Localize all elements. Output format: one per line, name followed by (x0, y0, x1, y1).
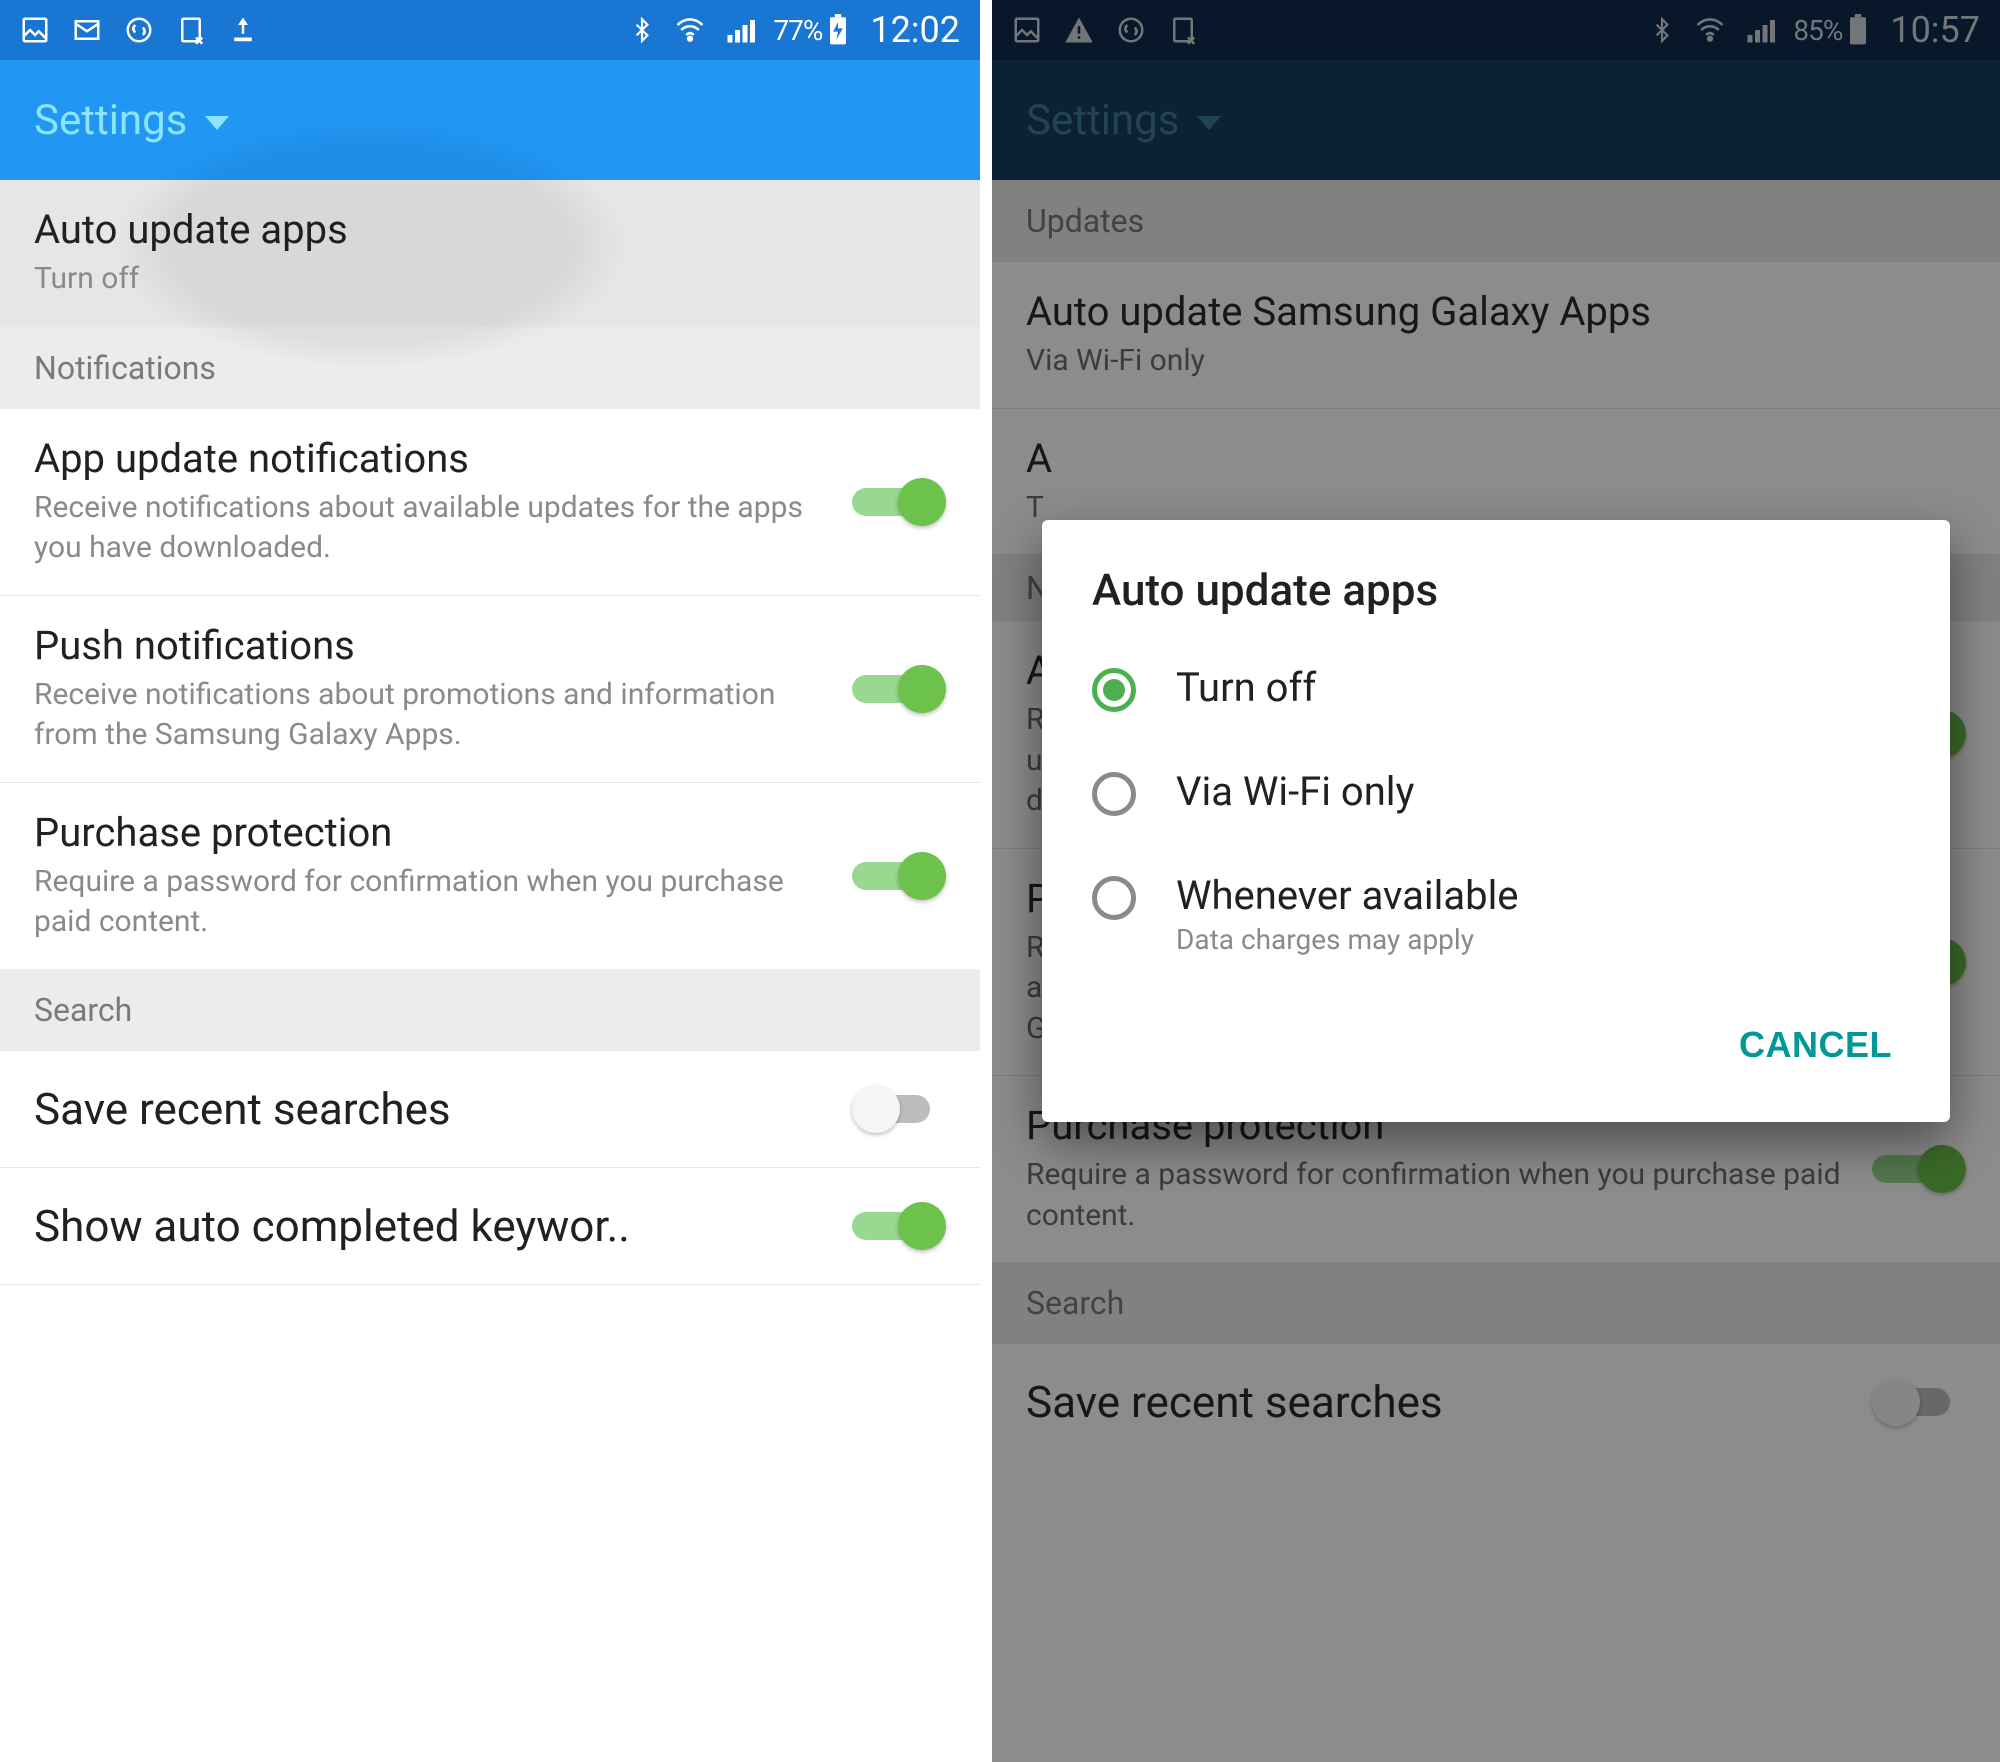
sim-alert-icon (176, 15, 206, 45)
dialog-auto-update: Auto update apps Turn off Via Wi-Fi only… (1042, 520, 1950, 1122)
option-subtitle: Data charges may apply (1176, 923, 1519, 956)
settings-list: Auto update apps Turn off Notifications … (0, 180, 980, 1375)
signal-icon (725, 15, 755, 45)
radio-icon (1092, 772, 1136, 816)
item-truncated[interactable] (0, 1285, 980, 1375)
mail-icon (72, 15, 102, 45)
item-subtitle: Turn off (34, 259, 916, 300)
cancel-button[interactable]: CANCEL (1721, 1012, 1910, 1078)
dialog-title: Auto update apps (1042, 564, 1950, 636)
item-app-update-notifications[interactable]: App update notifications Receive notific… (0, 409, 980, 596)
item-title: Purchase protection (34, 809, 822, 856)
toggle-app-update-notifications[interactable] (852, 480, 946, 524)
item-show-autocomplete[interactable]: Show auto completed keywor.. (0, 1168, 980, 1285)
screen-right: 85% 10:57 Settings Updates Auto update S… (992, 0, 2000, 1762)
item-purchase-protection[interactable]: Purchase protection Require a password f… (0, 783, 980, 969)
item-subtitle: Require a password for confirmation when… (34, 862, 822, 943)
option-turn-off[interactable]: Turn off (1042, 636, 1950, 740)
option-label: Turn off (1176, 664, 1316, 711)
battery-percent: 77% (773, 14, 822, 47)
item-subtitle: Receive notifications about available up… (34, 488, 822, 569)
screen-left: 77% 12:02 Settings Auto update apps Turn… (0, 0, 992, 1762)
item-auto-update-apps[interactable]: Auto update apps Turn off (0, 180, 980, 327)
item-subtitle: Receive notifications about promotions a… (34, 675, 822, 756)
status-bar: 77% 12:02 (0, 0, 980, 60)
option-label: Via Wi-Fi only (1176, 768, 1414, 815)
toggle-purchase-protection[interactable] (852, 854, 946, 898)
chevron-down-icon (205, 116, 229, 130)
item-save-recent-searches[interactable]: Save recent searches (0, 1051, 980, 1168)
bluetooth-icon (629, 14, 655, 46)
shazam-icon (124, 15, 154, 45)
wifi-icon (673, 15, 707, 45)
item-title: Auto update apps (34, 206, 916, 253)
section-notifications: Notifications (0, 327, 980, 409)
option-whenever-available[interactable]: Whenever available Data charges may appl… (1042, 844, 1950, 984)
item-title: Push notifications (34, 622, 822, 669)
download-icon (228, 15, 258, 45)
battery-status: 77% (773, 14, 848, 47)
toggle-show-autocomplete[interactable] (852, 1204, 946, 1248)
section-search: Search (0, 969, 980, 1051)
toggle-push-notifications[interactable] (852, 667, 946, 711)
radio-icon (1092, 668, 1136, 712)
clock: 12:02 (870, 9, 960, 51)
app-bar-title: Settings (34, 96, 187, 145)
option-label: Whenever available (1176, 872, 1519, 919)
radio-icon (1092, 876, 1136, 920)
item-title: Save recent searches (34, 1083, 822, 1135)
option-wifi-only[interactable]: Via Wi-Fi only (1042, 740, 1950, 844)
item-title: App update notifications (34, 435, 822, 482)
image-icon (20, 15, 50, 45)
item-push-notifications[interactable]: Push notifications Receive notifications… (0, 596, 980, 783)
item-title: Show auto completed keywor.. (34, 1200, 822, 1252)
toggle-save-recent-searches[interactable] (852, 1087, 946, 1131)
app-bar[interactable]: Settings (0, 60, 980, 180)
